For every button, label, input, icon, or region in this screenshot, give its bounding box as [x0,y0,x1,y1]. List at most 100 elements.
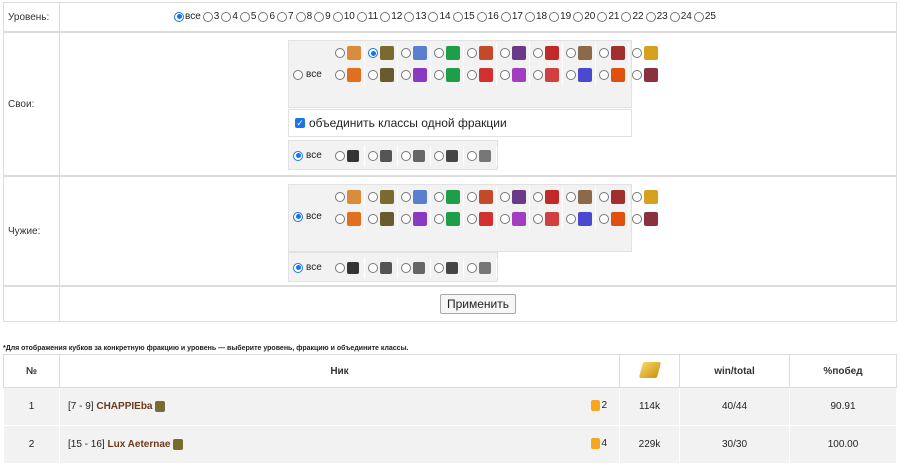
class-option[interactable] [498,187,530,207]
level-option[interactable]: 14 [428,11,451,22]
faction-option[interactable] [333,146,365,166]
class-option[interactable] [564,187,596,207]
level-option[interactable]: 16 [476,11,499,22]
hint-note: *Для отображения кубков за конкретную фр… [3,345,409,352]
level-option[interactable]: 9 [314,11,331,22]
foreign-class-all[interactable]: все [293,211,322,222]
class-option[interactable] [531,65,563,85]
class-icon [347,46,361,60]
class-option[interactable] [465,65,497,85]
level-option[interactable]: 19 [549,11,571,22]
class-option[interactable] [399,209,431,229]
class-option[interactable] [498,65,530,85]
faction-option[interactable] [366,146,398,166]
level-option[interactable]: 13 [404,11,426,22]
level-option[interactable]: 6 [258,11,275,22]
class-option[interactable] [498,43,530,63]
class-option[interactable] [399,65,431,85]
class-option[interactable] [630,65,662,85]
level-all[interactable]: все [174,11,201,22]
class-option[interactable] [366,65,398,85]
level-option[interactable]: 8 [295,11,312,22]
player-name[interactable]: CHAPPIEba [96,401,152,412]
class-option[interactable] [531,209,563,229]
col-num: № [3,354,60,388]
faction-option[interactable] [399,146,431,166]
level-option[interactable]: 7 [277,11,294,22]
level-option[interactable]: 12 [380,11,402,22]
level-option[interactable]: 20 [573,11,595,22]
class-icon [479,46,493,60]
class-option[interactable] [597,187,629,207]
level-option[interactable]: 24 [669,11,692,22]
class-icon [512,212,526,226]
class-icon [611,212,625,226]
class-option[interactable] [333,65,365,85]
class-icon [545,190,559,204]
class-option[interactable] [531,43,563,63]
faction-option[interactable] [366,258,398,278]
class-option[interactable] [564,65,596,85]
class-option[interactable] [564,209,596,229]
class-option[interactable] [465,187,497,207]
col-gold [619,354,680,388]
foreign-faction-grid: все [288,252,498,282]
own-class-all[interactable]: все [293,69,322,80]
class-option[interactable] [399,187,431,207]
faction-option[interactable] [432,258,464,278]
apply-button[interactable]: Применить [440,294,516,314]
class-icon [347,68,361,82]
class-icon [380,68,394,82]
class-option[interactable] [432,43,464,63]
level-option[interactable]: 18 [524,11,547,22]
class-option[interactable] [630,187,662,207]
class-icon [347,190,361,204]
faction-option[interactable] [465,258,497,278]
level-option[interactable]: 17 [500,11,523,22]
level-option[interactable]: 22 [621,11,644,22]
class-option[interactable] [597,209,629,229]
faction-option[interactable] [333,258,365,278]
faction-icon [155,400,166,412]
faction-option[interactable] [432,146,464,166]
class-option[interactable] [597,43,629,63]
level-option[interactable]: 23 [645,11,668,22]
class-option[interactable] [333,187,365,207]
class-option[interactable] [333,209,365,229]
class-icon [578,190,592,204]
class-icon [545,68,559,82]
col-win: win/total [679,354,790,388]
class-option[interactable] [498,209,530,229]
class-option[interactable] [465,43,497,63]
faction-option[interactable] [399,258,431,278]
level-option[interactable]: 5 [239,11,256,22]
player-name[interactable]: Lux Aeternae [107,439,170,450]
level-option[interactable]: 25 [693,11,716,22]
class-option[interactable] [432,65,464,85]
class-option[interactable] [597,65,629,85]
level-option[interactable]: 3 [202,11,219,22]
class-option[interactable] [531,187,563,207]
class-option[interactable] [432,187,464,207]
level-option[interactable]: 21 [597,11,619,22]
class-option[interactable] [333,43,365,63]
class-option[interactable] [366,43,398,63]
foreign-faction-all[interactable]: все [293,262,322,273]
class-option[interactable] [366,187,398,207]
table-row: 1 [7 - 9] CHAPPIEba 2 114k 40/44 90.91 [3,387,897,426]
class-option[interactable] [465,209,497,229]
own-faction-all[interactable]: все [293,150,322,161]
level-option[interactable]: 10 [332,11,355,22]
class-option[interactable] [432,209,464,229]
merge-classes-checkbox[interactable]: ✓ объединить классы одной фракции [288,109,632,137]
class-option[interactable] [630,209,662,229]
level-option[interactable]: 11 [356,11,378,22]
class-option[interactable] [399,43,431,63]
level-option[interactable]: 15 [452,11,475,22]
class-option[interactable] [564,43,596,63]
table-row: 2 [15 - 16] Lux Aeternae 4 229k 30/30 10… [3,425,897,464]
class-option[interactable] [366,209,398,229]
level-option[interactable]: 4 [221,11,238,22]
class-option[interactable] [630,43,662,63]
faction-option[interactable] [465,146,497,166]
